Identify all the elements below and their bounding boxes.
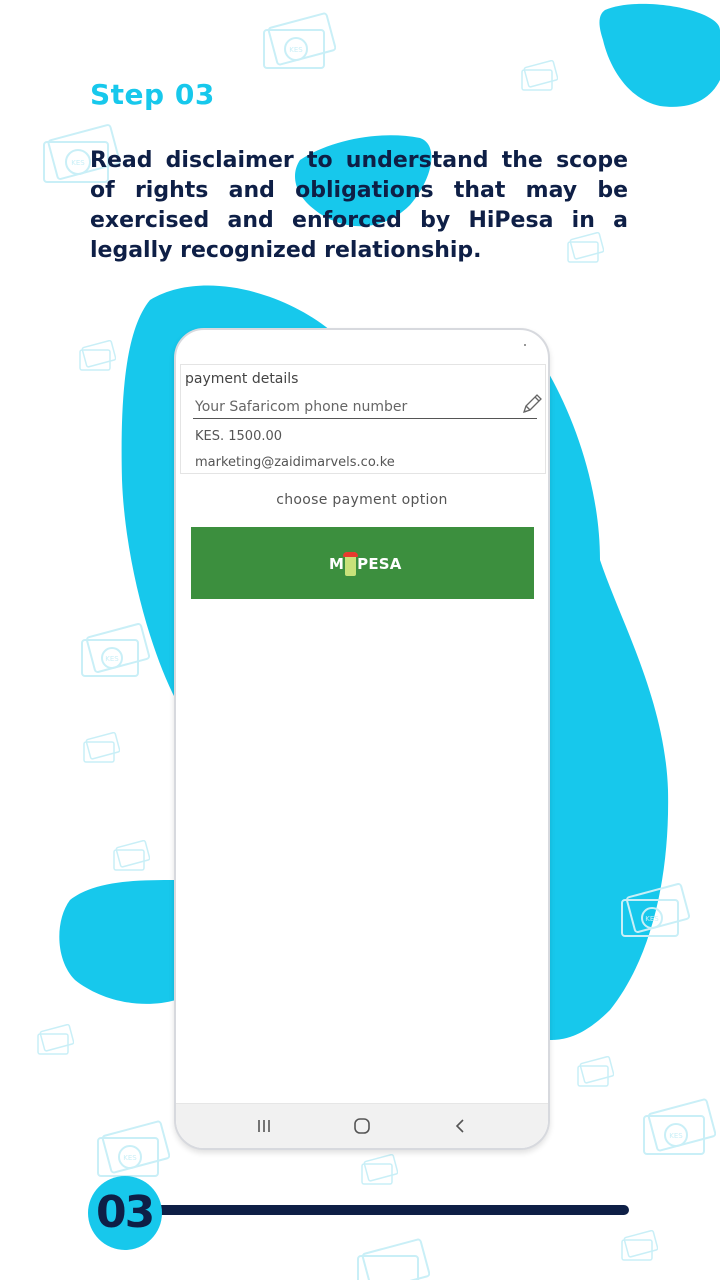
phone-number-input[interactable]	[193, 397, 537, 419]
mpesa-phone-icon	[343, 552, 359, 576]
choose-payment-label: choose payment option	[276, 492, 448, 508]
recent-apps-icon[interactable]	[254, 1116, 274, 1136]
money-icon: KES	[96, 1118, 171, 1184]
progress-line	[152, 1205, 629, 1215]
kes-text: KES	[71, 159, 85, 167]
money-icon	[520, 59, 559, 96]
status-indicator	[524, 344, 526, 346]
phone-mockup: payment details KES. 1500.00 marketing@z…	[174, 328, 550, 1150]
top-right-blob	[599, 3, 720, 107]
step-title: Step 03	[90, 78, 215, 111]
money-icon	[78, 339, 117, 376]
money-icon	[82, 731, 121, 768]
android-nav-bar	[176, 1103, 548, 1148]
mpesa-logo: M PESA	[329, 549, 402, 579]
money-icon	[620, 1229, 659, 1266]
payment-details-title: payment details	[185, 371, 299, 387]
money-icon: KES	[642, 1096, 717, 1162]
money-icon: KES	[620, 880, 691, 944]
payment-details-card: payment details KES. 1500.00 marketing@z…	[180, 364, 546, 474]
kes-text: KES	[105, 655, 119, 663]
email-value: marketing@zaidimarvels.co.ke	[195, 455, 395, 470]
money-icon	[360, 1153, 399, 1190]
kes-text: KES	[669, 1132, 683, 1140]
mpesa-logo-pesa: PESA	[357, 555, 402, 573]
step-number: 03	[96, 1187, 155, 1238]
money-icon	[356, 1236, 431, 1284]
kes-text: KES	[289, 46, 303, 54]
money-icon	[576, 1055, 615, 1092]
money-icon	[36, 1023, 75, 1060]
back-icon[interactable]	[450, 1116, 470, 1136]
pencil-icon[interactable]	[519, 391, 545, 417]
money-icon	[112, 839, 151, 876]
step-description: Read disclaimer to understand the scope …	[90, 148, 628, 263]
mpesa-payment-button[interactable]: M PESA	[191, 527, 534, 599]
kes-text: KES	[645, 915, 659, 923]
amount-value: KES. 1500.00	[195, 429, 283, 444]
money-icon: KES	[262, 10, 337, 76]
money-icon: KES	[80, 620, 151, 684]
mpesa-logo-m: M	[329, 555, 345, 573]
kes-text: KES	[123, 1154, 137, 1162]
home-icon[interactable]	[352, 1116, 372, 1136]
